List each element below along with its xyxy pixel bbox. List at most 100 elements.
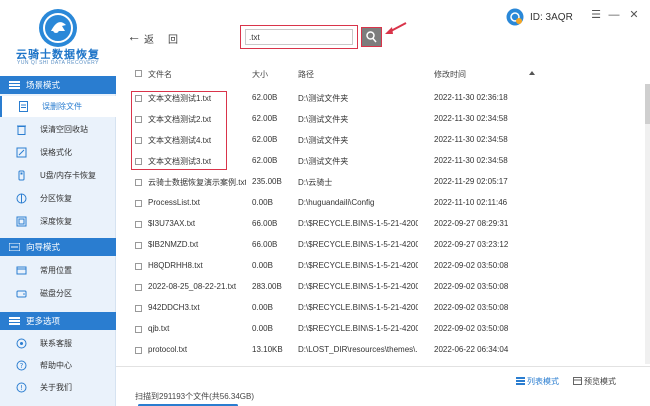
list-view-icon[interactable] bbox=[516, 377, 525, 385]
sidebar-item-about-us[interactable]: ! 关于我们 bbox=[0, 377, 116, 398]
table-row[interactable]: $I3U73AX.txt 66.00B D:\$RECYCLE.BIN\S-1-5-… bbox=[128, 214, 648, 235]
search-icon bbox=[366, 31, 377, 43]
file-size-cell: 62.00B bbox=[252, 156, 278, 165]
file-path-cell: D:\$RECYCLE.BIN\S-1-5-21-4200... bbox=[298, 303, 418, 312]
disk-icon bbox=[16, 290, 27, 298]
select-all-checkbox[interactable] bbox=[135, 70, 142, 77]
sidebar-item-label: 深度恢复 bbox=[40, 217, 72, 226]
file-name-cell: ProcessList.txt bbox=[148, 198, 201, 207]
table-row[interactable]: 2022-08-25_08-22-21.txt 283.00B D:\$RECYCL… bbox=[128, 277, 648, 298]
row-checkbox[interactable] bbox=[135, 242, 142, 249]
column-header-path[interactable]: 路径 bbox=[298, 69, 314, 80]
logo-icon bbox=[39, 9, 77, 47]
scrollbar-thumb[interactable] bbox=[645, 84, 650, 124]
file-size-cell: 62.00B bbox=[252, 135, 278, 144]
home-button[interactable]: 回 bbox=[168, 31, 178, 46]
vertical-scrollbar[interactable] bbox=[645, 84, 650, 364]
modified-time-cell: 2022-09-02 03:50:08 bbox=[434, 324, 509, 333]
sidebar-item-recycle-bin[interactable]: 误清空回收站 bbox=[0, 119, 116, 140]
row-checkbox[interactable] bbox=[135, 284, 142, 291]
list-view-button[interactable]: 列表模式 bbox=[527, 376, 559, 387]
row-checkbox[interactable] bbox=[135, 326, 142, 333]
file-name-cell: $IB2NMZD.txt bbox=[148, 240, 199, 249]
sidebar-item-format[interactable]: 误格式化 bbox=[0, 142, 116, 163]
sidebar-item-common-locations[interactable]: 常用位置 bbox=[0, 260, 116, 281]
table-row[interactable]: H8QDRHH8.txt 0.00B D:\$RECYCLE.BIN\S-1-5-2… bbox=[128, 256, 648, 277]
usb-icon bbox=[18, 170, 25, 181]
column-header-time[interactable]: 修改时间 bbox=[434, 69, 466, 80]
file-path-cell: D:\huguandaili\Config bbox=[298, 198, 375, 207]
section-more-options: 更多选项 bbox=[0, 312, 116, 330]
back-button[interactable]: 返 bbox=[144, 31, 154, 46]
recycle-bin-icon bbox=[17, 125, 26, 135]
search-input[interactable] bbox=[245, 29, 353, 45]
app-subtitle: YUN QI SHI DATA RECOVERY bbox=[16, 60, 99, 66]
file-name-cell: qjb.txt bbox=[148, 324, 170, 333]
row-checkbox[interactable] bbox=[135, 179, 142, 186]
modified-time-cell: 2022-09-02 03:50:08 bbox=[434, 261, 509, 270]
info-icon: ! bbox=[16, 382, 27, 393]
modified-time-cell: 2022-11-30 02:34:58 bbox=[434, 114, 508, 123]
search-button[interactable] bbox=[361, 27, 382, 47]
file-size-cell: 66.00B bbox=[252, 240, 278, 249]
document-icon bbox=[19, 101, 28, 112]
row-checkbox[interactable] bbox=[135, 347, 142, 354]
sidebar-item-partition-recovery[interactable]: 分区恢复 bbox=[0, 188, 116, 209]
file-path-cell: D:\$RECYCLE.BIN\S-1-5-21-4200... bbox=[298, 261, 418, 270]
sidebar-item-contact-support[interactable]: 联系客服 bbox=[0, 333, 116, 354]
user-avatar-icon[interactable] bbox=[506, 8, 524, 26]
modified-time-cell: 2022-09-02 03:50:08 bbox=[434, 303, 509, 312]
row-checkbox[interactable] bbox=[135, 263, 142, 270]
row-checkbox[interactable] bbox=[135, 221, 142, 228]
app-logo: 云骑士数据恢复 YUN QI SHI DATA RECOVERY bbox=[0, 0, 116, 76]
table-row[interactable]: 云骑士数据恢复演示案例.txt 235.00B D:\云骑士 2022-11-29 0… bbox=[128, 172, 648, 193]
file-name-cell: $I3U73AX.txt bbox=[148, 219, 196, 228]
file-size-cell: 13.10KB bbox=[252, 345, 283, 354]
sidebar-item-label: 磁盘分区 bbox=[40, 289, 72, 298]
modified-time-cell: 2022-11-30 02:34:58 bbox=[434, 156, 508, 165]
location-icon bbox=[16, 266, 27, 275]
sidebar-item-deleted-files[interactable]: 误删除文件 bbox=[0, 96, 116, 117]
file-size-cell: 0.00B bbox=[252, 303, 273, 312]
sidebar-item-help-center[interactable]: ? 帮助中心 bbox=[0, 355, 116, 376]
table-row[interactable]: $IB2NMZD.txt 66.00B D:\$RECYCLE.BIN\S-1-5-… bbox=[128, 235, 648, 256]
preview-view-icon[interactable] bbox=[573, 377, 582, 385]
wizard-icon bbox=[9, 243, 20, 251]
file-size-cell: 62.00B bbox=[252, 114, 278, 123]
back-arrow-icon[interactable]: ← bbox=[127, 29, 141, 43]
scan-status-text: 扫描到291193个文件(共56.34GB) bbox=[135, 392, 255, 401]
preview-view-button[interactable]: 预览模式 bbox=[584, 376, 616, 387]
file-size-cell: 0.00B bbox=[252, 261, 273, 270]
table-row[interactable]: protocol.txt 13.10KB D:\LOST_DIR\resources… bbox=[128, 340, 648, 361]
sort-ascending-icon[interactable] bbox=[529, 71, 535, 75]
help-icon: ? bbox=[16, 360, 27, 371]
file-path-cell: D:\测试文件夹 bbox=[298, 115, 349, 124]
modified-time-cell: 2022-11-10 02:11:46 bbox=[434, 198, 508, 207]
modified-time-cell: 2022-11-30 02:36:18 bbox=[434, 93, 508, 102]
sidebar-item-label: 误格式化 bbox=[40, 148, 72, 157]
sidebar-item-usb-recovery[interactable]: U盘/内存卡恢复 bbox=[0, 165, 116, 186]
main-panel: ← 返 回 ID: 3AQR ☰ — ✕ 文件名 大小 路径 修改时间 文本文档… bbox=[116, 0, 650, 406]
row-checkbox[interactable] bbox=[135, 305, 142, 312]
column-header-size[interactable]: 大小 bbox=[252, 69, 268, 80]
sidebar-item-label: 误删除文件 bbox=[42, 102, 82, 111]
file-size-cell: 235.00B bbox=[252, 177, 282, 186]
modified-time-cell: 2022-09-27 03:23:12 bbox=[434, 240, 509, 249]
menu-icon[interactable]: ☰ bbox=[590, 9, 602, 21]
column-header-name[interactable]: 文件名 bbox=[148, 69, 172, 80]
red-arrow-annotation-icon bbox=[385, 22, 407, 34]
file-path-cell: D:\测试文件夹 bbox=[298, 157, 349, 166]
sidebar-item-label: 分区恢复 bbox=[40, 194, 72, 203]
sidebar-item-disk-partition[interactable]: 磁盘分区 bbox=[0, 283, 116, 304]
partition-icon bbox=[16, 193, 27, 204]
table-row[interactable]: ProcessList.txt 0.00B D:\huguandaili\Confi… bbox=[128, 193, 648, 214]
modified-time-cell: 2022-11-30 02:34:58 bbox=[434, 135, 508, 144]
minimize-icon[interactable]: — bbox=[608, 9, 620, 21]
table-row[interactable]: 942DDCH3.txt 0.00B D:\$RECYCLE.BIN\S-1-5-2… bbox=[128, 298, 648, 319]
row-checkbox[interactable] bbox=[135, 200, 142, 207]
close-icon[interactable]: ✕ bbox=[628, 9, 640, 21]
file-size-cell: 0.00B bbox=[252, 324, 273, 333]
selection-highlight-box bbox=[131, 91, 227, 170]
sidebar-item-deep-recovery[interactable]: 深度恢复 bbox=[0, 211, 116, 232]
table-row[interactable]: qjb.txt 0.00B D:\$RECYCLE.BIN\S-1-5-21-420… bbox=[128, 319, 648, 340]
